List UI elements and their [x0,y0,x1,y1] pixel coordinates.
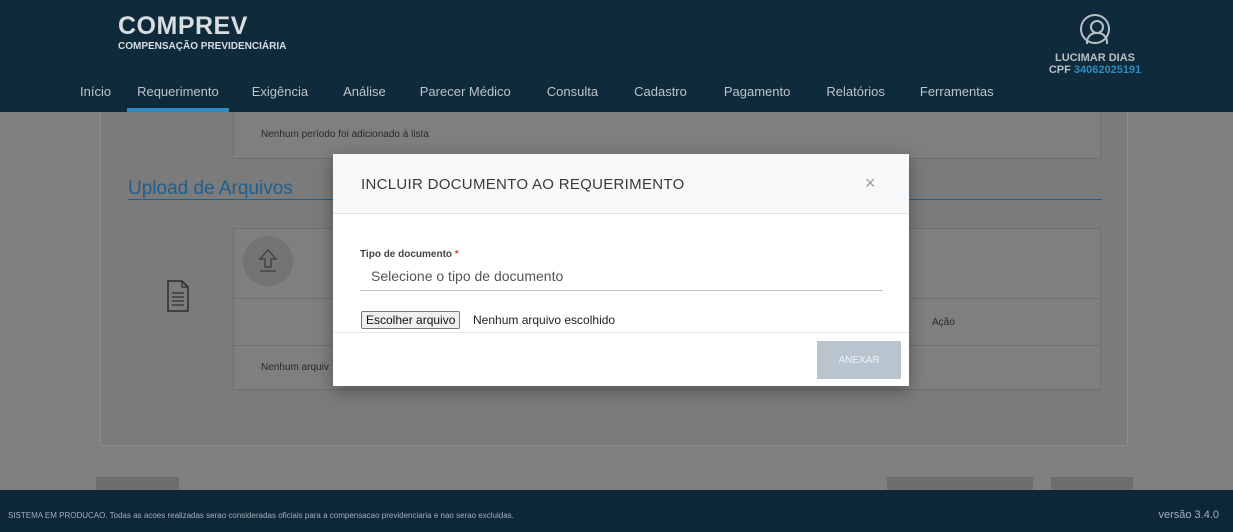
file-status-text: Nenhum arquivo escolhido [473,313,616,327]
footer-bar: SISTEMA EM PRODUCAO. Todas as acoes real… [0,490,1233,532]
footer-notice: SISTEMA EM PRODUCAO. Todas as acoes real… [8,511,514,520]
document-icon [167,280,189,312]
nav-item-pagamento[interactable]: Pagamento [724,80,791,112]
version-label: versão 3.4.0 [1158,509,1219,521]
upload-button[interactable] [243,236,293,286]
nav-item-analise[interactable]: Análise [343,80,386,112]
files-empty-text: Nenhum arquiv [261,362,329,373]
top-header: COMPREV COMPENSAÇÃO PREVIDENCIÁRIA Iníci… [0,0,1233,112]
brand-subtitle: COMPENSAÇÃO PREVIDENCIÁRIA [118,41,287,52]
nav-item-exigencia[interactable]: Exigência [252,80,308,112]
upload-section-title: Upload de Arquivos [128,178,293,199]
user-menu[interactable]: LUCIMAR DIAS CPF 34062025191 [1030,14,1160,76]
user-cpf-value: 34062025191 [1073,64,1142,76]
modal-title: INCLUIR DOCUMENTO AO REQUERIMENTO [361,176,685,193]
nav-item-relatorios[interactable]: Relatórios [826,80,885,112]
modal-header: INCLUIR DOCUMENTO AO REQUERIMENTO × [333,154,909,214]
nav-item-consulta[interactable]: Consulta [547,80,598,112]
required-mark: * [454,249,459,260]
nav-item-inicio[interactable]: Início [80,80,111,112]
nav-item-cadastro[interactable]: Cadastro [634,80,687,112]
table-action-header: Ação [932,317,955,328]
nav-item-ferramentas[interactable]: Ferramentas [920,80,994,112]
choose-file-button[interactable]: Escolher arquivo [361,311,461,329]
nav-item-requerimento[interactable]: Requerimento [127,80,229,112]
doc-type-label-text: Tipo de documento [360,249,453,260]
brand-title: COMPREV [118,12,248,40]
period-empty-text: Nenhum período foi adicionado à lista [261,129,429,140]
user-cpf-label: CPF [1048,64,1071,76]
main-nav: Início Requerimento Exigência Análise Pa… [80,80,994,112]
user-circle-icon[interactable] [1080,14,1110,44]
brand-logo[interactable]: COMPREV COMPENSAÇÃO PREVIDENCIÁRIA [118,13,286,52]
doc-type-select[interactable]: Selecione o tipo de documento [360,263,883,291]
upload-arrow-icon [258,249,278,272]
nav-item-parecer-medico[interactable]: Parecer Médico [420,80,511,112]
modal-footer: ANEXAR [333,332,909,386]
user-cpf: CPF 34062025191 [1030,64,1160,76]
close-icon[interactable]: × [865,174,876,192]
include-document-modal: INCLUIR DOCUMENTO AO REQUERIMENTO × Tipo… [333,154,909,386]
doc-type-label: Tipo de documento * [360,249,459,260]
attach-button[interactable]: ANEXAR [817,341,901,379]
user-name: LUCIMAR DIAS [1054,52,1136,64]
